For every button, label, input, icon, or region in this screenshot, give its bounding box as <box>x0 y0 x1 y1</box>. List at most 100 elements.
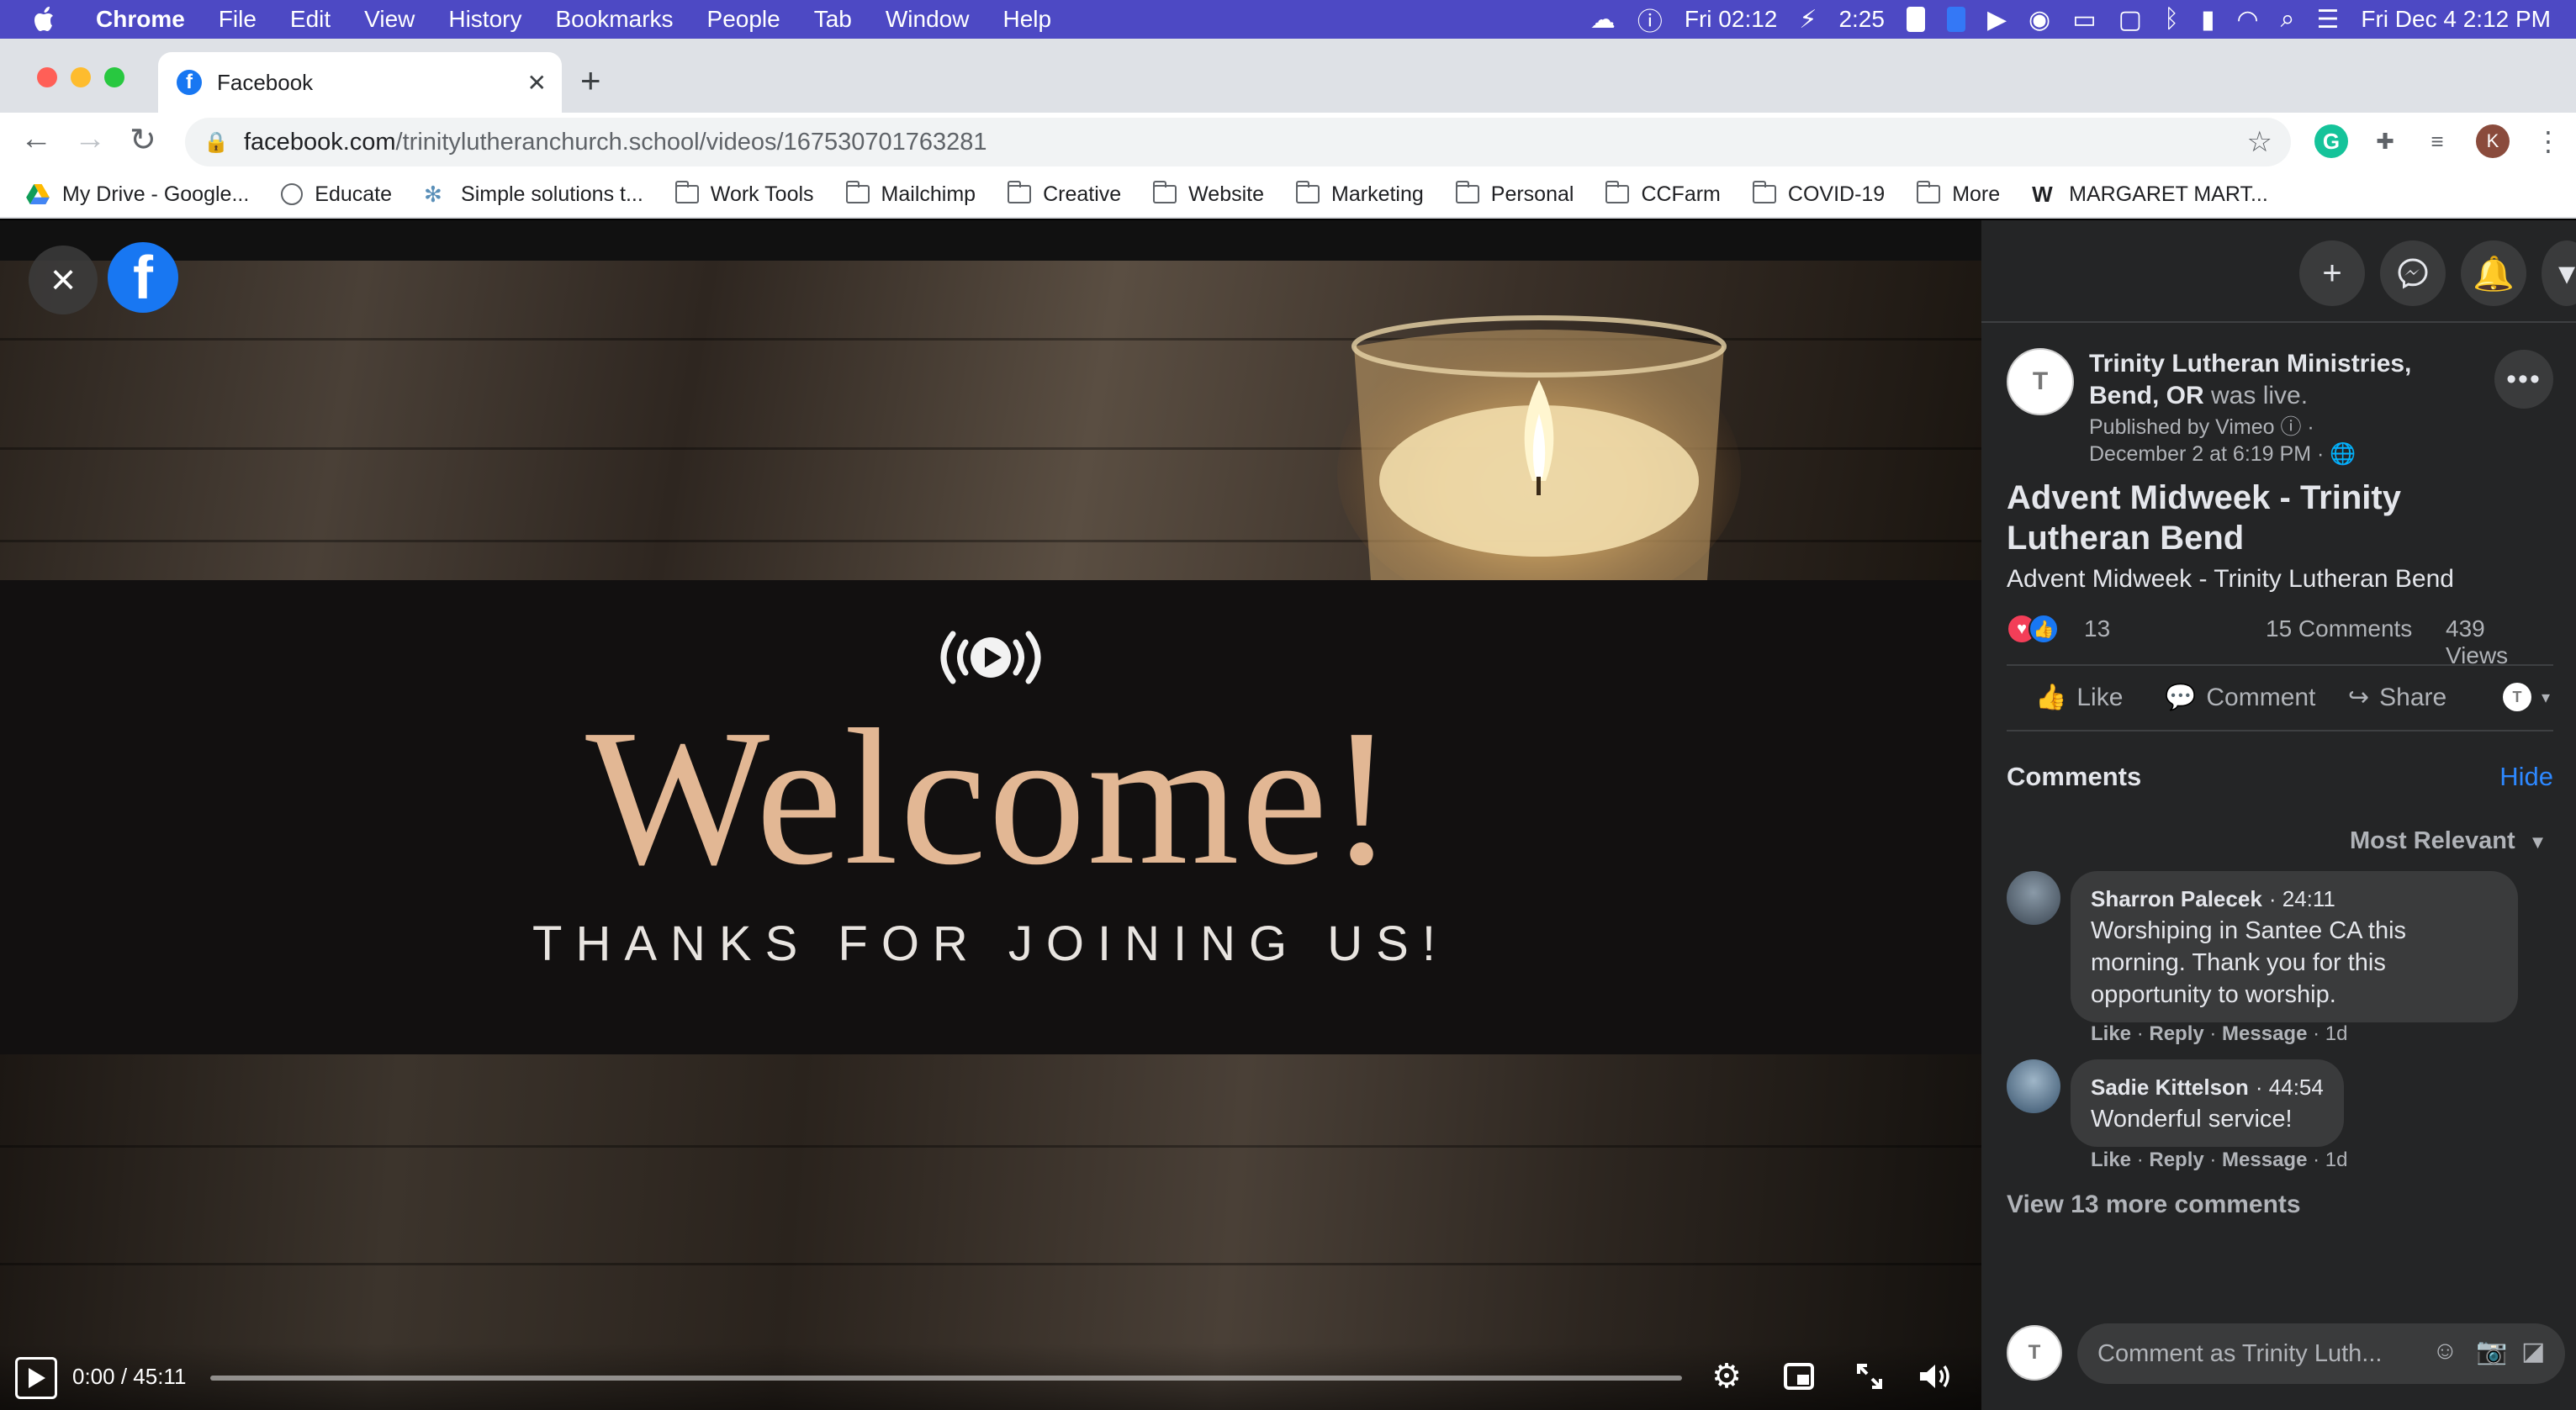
battery-time[interactable]: 2:25 <box>1838 6 1885 33</box>
facebook-logo-icon[interactable]: f <box>108 242 178 313</box>
close-tab-icon[interactable]: ✕ <box>527 69 547 97</box>
extensions-puzzle-icon[interactable]: ✚ <box>2368 124 2402 158</box>
bookmark-folder-mailchimp[interactable]: Mailchimp <box>845 181 976 207</box>
new-tab-icon[interactable]: + <box>580 61 601 101</box>
menu-view[interactable]: View <box>364 6 415 33</box>
hide-comments-link[interactable]: Hide <box>2499 762 2553 792</box>
spotlight-search-icon[interactable]: ⌕ <box>2281 5 2295 34</box>
bookmark-folder-work-tools[interactable]: Work Tools <box>674 181 814 207</box>
video-progress-bar[interactable] <box>210 1376 1682 1381</box>
address-bar[interactable]: 🔒 facebook.com/trinitylutheranchurch.sch… <box>185 118 2291 166</box>
composer-avatar[interactable]: T <box>2007 1325 2062 1381</box>
help-icon[interactable]: ⓘ <box>2280 415 2301 439</box>
comment-button[interactable]: 💬 Comment <box>2165 683 2315 712</box>
bookmark-educate[interactable]: Educate <box>281 182 392 207</box>
comment-age[interactable]: 1d <box>2325 1022 2348 1045</box>
comment-like-link[interactable]: Like <box>2091 1022 2131 1045</box>
forward-arrow-icon[interactable]: → <box>74 121 106 157</box>
volume-icon[interactable] <box>1916 1357 1954 1396</box>
comment-timestamp[interactable]: 44:54 <box>2269 1075 2324 1100</box>
minimize-window-button[interactable] <box>71 67 91 87</box>
apple-icon[interactable] <box>32 5 66 34</box>
post-as-selector[interactable]: T ▾ <box>2503 683 2550 711</box>
clock-secondary[interactable]: Fri 02:12 <box>1685 6 1778 33</box>
comment-reply-link[interactable]: Reply <box>2149 1022 2203 1045</box>
like-button[interactable]: 👍 Like <box>2035 683 2123 712</box>
create-plus-icon[interactable]: + <box>2299 240 2365 306</box>
fullscreen-icon[interactable] <box>1850 1357 1889 1396</box>
settings-gear-icon[interactable]: ⚙ <box>1707 1357 1746 1396</box>
share-button[interactable]: ↪ Share <box>2348 683 2446 712</box>
tab-facebook[interactable]: f Facebook ✕ <box>158 52 562 113</box>
picture-in-picture-icon[interactable] <box>1780 1357 1818 1396</box>
menu-file[interactable]: File <box>219 6 257 33</box>
menu-window[interactable]: Window <box>886 6 970 33</box>
commenter-avatar[interactable] <box>2007 871 2060 925</box>
password-icon[interactable]: ⓘ <box>1637 1 1663 38</box>
control-center-icon[interactable]: ☰ <box>2316 5 2339 34</box>
post-date-link[interactable]: December 2 at 6:19 PM <box>2089 442 2311 466</box>
bookmark-my-drive[interactable]: My Drive - Google... <box>25 182 249 207</box>
video-player[interactable]: Welcome! THANKS FOR JOINING US! × f 0:00… <box>0 220 1981 1410</box>
close-window-button[interactable] <box>37 67 57 87</box>
bookmark-folder-creative[interactable]: Creative <box>1008 181 1121 207</box>
comment-message-link[interactable]: Message <box>2222 1149 2307 1171</box>
menu-history[interactable]: History <box>448 6 521 33</box>
comment-age[interactable]: 1d <box>2325 1149 2348 1171</box>
sticker-icon[interactable]: ◪ <box>2521 1337 2545 1366</box>
bookmark-folder-website[interactable]: Website <box>1153 181 1264 207</box>
media-controls-icon[interactable]: ≡ <box>2420 124 2454 158</box>
close-video-button[interactable]: × <box>29 246 98 314</box>
grammarly-extension-icon[interactable]: G <box>2314 124 2348 158</box>
page-avatar[interactable]: T <box>2007 348 2074 415</box>
comment-sort-dropdown[interactable]: Most Relevant ▼ <box>2350 827 2547 855</box>
bookmark-folder-marketing[interactable]: Marketing <box>1296 181 1424 207</box>
account-menu-dropdown-icon[interactable]: ▾ <box>2542 240 2576 306</box>
notifications-bell-icon[interactable]: 🔔 <box>2461 240 2526 306</box>
comment-reply-link[interactable]: Reply <box>2149 1149 2203 1171</box>
comment-author[interactable]: Sadie Kittelson <box>2091 1075 2249 1100</box>
menu-people[interactable]: People <box>707 6 780 33</box>
bookmark-star-icon[interactable]: ☆ <box>2247 125 2272 159</box>
menu-app-chrome[interactable]: Chrome <box>96 6 185 33</box>
creative-cloud-icon[interactable]: ☁ <box>1590 5 1616 34</box>
view-more-comments-link[interactable]: View 13 more comments <box>2007 1191 2301 1219</box>
battery-icon[interactable]: ▮ <box>2201 5 2215 34</box>
like-reaction-icon[interactable]: 👍 <box>2029 614 2059 644</box>
airdrop-icon[interactable]: ◉ <box>2029 5 2050 34</box>
bookmark-simple-solutions[interactable]: ✻ Simple solutions t... <box>424 182 643 207</box>
bookmark-margaret[interactable]: W MARGARET MART... <box>2032 182 2268 207</box>
emoji-icon[interactable]: ☺ <box>2432 1337 2458 1365</box>
play-circle-icon[interactable]: ▶ <box>1987 5 2007 34</box>
menu-help[interactable]: Help <box>1002 6 1051 33</box>
bookmark-folder-more[interactable]: More <box>1917 181 2000 207</box>
comment-timestamp[interactable]: 24:11 <box>2282 886 2335 911</box>
lock-icon[interactable]: 🔒 <box>204 130 229 155</box>
comment-like-link[interactable]: Like <box>2091 1149 2131 1171</box>
cast-icon[interactable]: ▭ <box>2072 5 2096 34</box>
bookmark-folder-covid-19[interactable]: COVID-19 <box>1752 181 1885 207</box>
zoom-window-button[interactable] <box>104 67 124 87</box>
menu-edit[interactable]: Edit <box>290 6 331 33</box>
wifi-icon[interactable]: ◠ <box>2236 5 2258 34</box>
menu-bookmarks[interactable]: Bookmarks <box>555 6 673 33</box>
camera-icon[interactable]: 📷 <box>2476 1337 2507 1366</box>
more-options-button[interactable]: ••• <box>2494 350 2553 409</box>
profile-avatar[interactable]: K <box>2476 124 2510 158</box>
back-arrow-icon[interactable]: ← <box>20 121 52 157</box>
menu-tab[interactable]: Tab <box>814 6 852 33</box>
play-button[interactable] <box>15 1357 57 1399</box>
reaction-count[interactable]: 13 <box>2084 615 2110 642</box>
chrome-menu-icon[interactable]: ⋮ <box>2531 124 2565 158</box>
bluetooth-icon[interactable]: ᛒ <box>2164 5 2179 34</box>
battery-charging-icon[interactable]: ⚡ <box>1799 5 1817 34</box>
comment-author[interactable]: Sharron Palecek <box>2091 886 2262 911</box>
comments-count[interactable]: 15 Comments <box>2266 615 2412 642</box>
bookmark-folder-ccfarm[interactable]: CCFarm <box>1605 181 1721 207</box>
comment-message-link[interactable]: Message <box>2222 1022 2307 1045</box>
menubar-datetime[interactable]: Fri Dec 4 2:12 PM <box>2361 6 2551 33</box>
reload-icon[interactable]: ↻ <box>130 121 156 159</box>
commenter-avatar[interactable] <box>2007 1059 2060 1113</box>
display-icon[interactable]: ▢ <box>2118 5 2142 34</box>
messenger-icon[interactable] <box>2380 240 2446 306</box>
